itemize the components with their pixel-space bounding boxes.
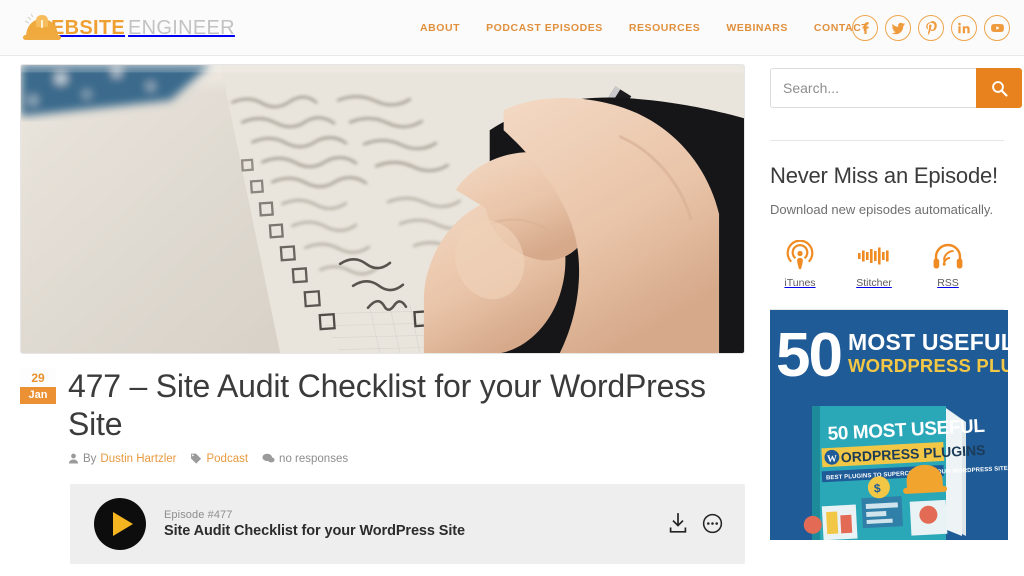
main-content: 29 Jan 477 – Site Audit Checklist for yo… [0, 64, 750, 576]
post-meta-responses: no responses [262, 453, 348, 465]
svg-text:MOST USEFUL: MOST USEFUL [848, 329, 1004, 355]
comment-icon [262, 453, 275, 464]
logo-wordmark: EBSITE ENGINEER [51, 18, 235, 38]
site-logo[interactable]: EBSITE ENGINEER [22, 8, 235, 48]
post-meta-author: By Dustin Hartzler [68, 453, 176, 465]
more-options-icon[interactable] [702, 513, 723, 534]
post-meta-responses-label: no responses [279, 452, 349, 465]
nav-item-webinars[interactable]: WEBINARS [726, 22, 788, 34]
play-icon [112, 511, 133, 536]
page-body: 29 Jan 477 – Site Audit Checklist for yo… [0, 56, 1024, 576]
promo-banner[interactable]: 50 MOST USEFUL WORDPRESS PLUGINS 50 MOST… [770, 310, 1008, 540]
svg-text:W: W [827, 454, 838, 466]
youtube-icon[interactable] [984, 15, 1010, 41]
subscribe-itunes-label: iTunes [784, 277, 816, 289]
svg-text:WORDPRESS PLUGINS: WORDPRESS PLUGINS [848, 355, 1004, 376]
search-input[interactable] [770, 68, 976, 108]
download-icon[interactable] [668, 513, 688, 534]
play-button[interactable] [94, 497, 146, 550]
post-date-month: Jan [20, 387, 56, 404]
player-info: Episode #477 Site Audit Checklist for yo… [164, 509, 668, 539]
post-header: 29 Jan 477 – Site Audit Checklist for yo… [20, 368, 750, 444]
hard-hat-icon [22, 13, 62, 43]
tag-icon [190, 453, 202, 464]
logo-text-primary: EBSITE [51, 16, 126, 39]
user-icon [68, 453, 79, 464]
rss-headphones-icon [922, 239, 974, 273]
nav-item-about[interactable]: ABOUT [420, 22, 460, 34]
post-featured-image [20, 64, 745, 354]
site-header: EBSITE ENGINEER ABOUT PODCAST EPISODES RE… [0, 0, 1024, 56]
podcast-antenna-icon [774, 239, 826, 273]
post-meta-author-link[interactable]: Dustin Hartzler [100, 453, 176, 465]
post-title[interactable]: 477 – Site Audit Checklist for your Word… [68, 368, 718, 444]
svg-text:50: 50 [776, 321, 841, 390]
player-episode-title: Site Audit Checklist for your WordPress … [164, 522, 465, 539]
logo-text-secondary: ENGINEER [128, 16, 235, 39]
linkedin-icon[interactable] [951, 15, 977, 41]
social-links [852, 0, 1010, 56]
search-icon [991, 80, 1008, 97]
player-episode-number: Episode #477 [164, 508, 233, 521]
facebook-icon[interactable] [852, 15, 878, 41]
player-actions [668, 513, 723, 534]
search-button[interactable] [976, 68, 1022, 108]
nav-item-podcast-episodes[interactable]: PODCAST EPISODES [486, 22, 603, 34]
pinterest-icon[interactable] [918, 15, 944, 41]
stitcher-waveform-icon [848, 239, 900, 273]
svg-text:$: $ [874, 481, 882, 495]
sidebar: Never Miss an Episode! Download new epis… [750, 64, 1024, 576]
nav-item-resources[interactable]: RESOURCES [629, 22, 700, 34]
sidebar-divider-top [770, 140, 1004, 141]
post-date-badge: 29 Jan [20, 368, 56, 444]
subscribe-stitcher-label: Stitcher [856, 277, 892, 289]
subscribe-stitcher[interactable]: Stitcher [848, 239, 900, 291]
search-form [770, 68, 1022, 108]
subscribe-title: Never Miss an Episode! [770, 163, 998, 188]
audio-player[interactable]: Episode #477 Site Audit Checklist for yo… [70, 483, 745, 564]
post-meta: By Dustin Hartzler Podcast no responses [68, 453, 750, 465]
main-navigation: ABOUT PODCAST EPISODES RESOURCES WEBINAR… [420, 0, 868, 56]
subscribe-subtitle: Download new episodes automatically. [770, 202, 994, 217]
post-meta-category-link[interactable]: Podcast [206, 453, 248, 465]
post-date-day: 29 [20, 368, 56, 387]
post-meta-by-label: By [83, 452, 97, 465]
subscribe-services: iTunes Stitcher RSS [770, 239, 1004, 291]
subscribe-itunes[interactable]: iTunes [774, 239, 826, 291]
post-meta-category: Podcast [190, 453, 248, 465]
twitter-icon[interactable] [885, 15, 911, 41]
subscribe-rss-label: RSS [937, 277, 959, 289]
subscribe-rss[interactable]: RSS [922, 239, 974, 291]
